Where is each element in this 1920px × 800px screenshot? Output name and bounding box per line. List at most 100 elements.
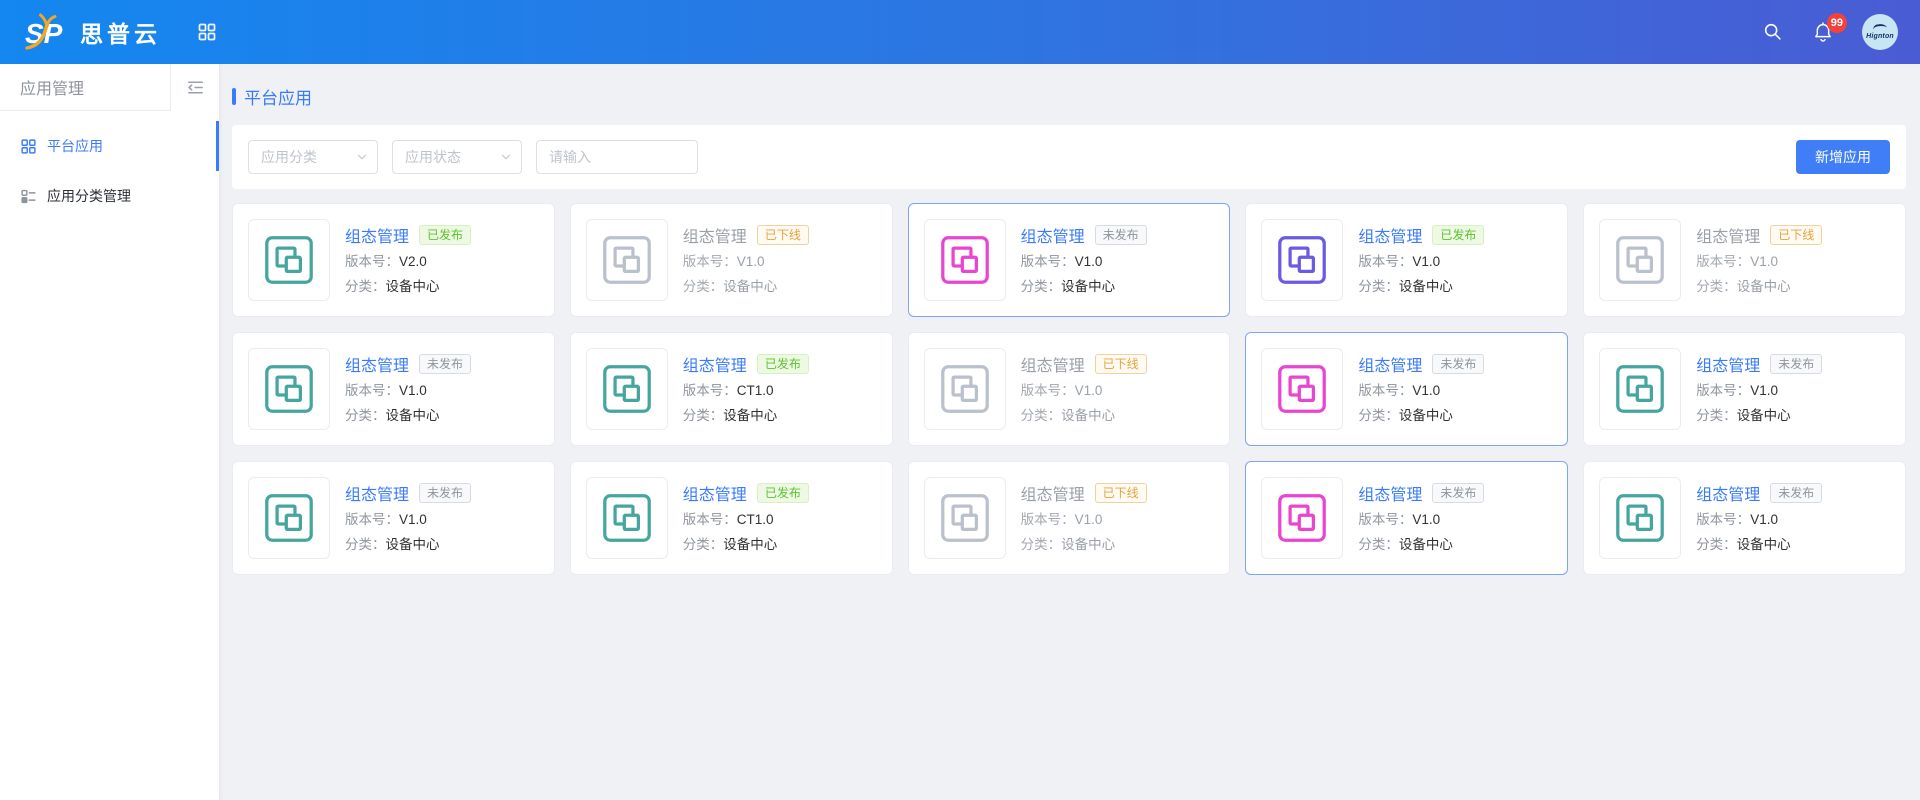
- category-row: 分类：设备中心: [1358, 535, 1484, 555]
- status-badge: 已下线: [1770, 225, 1822, 245]
- notifications-button[interactable]: 99: [1812, 21, 1834, 43]
- version-value: V1.0: [737, 254, 765, 269]
- version-row: 版本号：V1.0: [1021, 252, 1147, 272]
- app-title-link[interactable]: 组态管理: [345, 352, 409, 376]
- app-card[interactable]: 组态管理 已发布 版本号：CT1.0 分类：设备中心: [570, 332, 893, 446]
- app-title-link[interactable]: 组态管理: [1358, 352, 1422, 376]
- app-card-info: 组态管理 未发布 版本号：V1.0 分类：设备中心: [1358, 481, 1484, 555]
- search-input[interactable]: [536, 140, 698, 174]
- category-label: 分类：: [345, 537, 386, 552]
- version-label: 版本号：: [345, 254, 399, 269]
- overlap-squares-icon: [939, 234, 991, 286]
- status-badge: 未发布: [1095, 225, 1147, 245]
- app-card[interactable]: 组态管理 已发布 版本号：CT1.0 分类：设备中心: [570, 461, 893, 575]
- version-value: V1.0: [1075, 254, 1103, 269]
- category-label: 分类：: [1358, 537, 1399, 552]
- category-row: 分类：设备中心: [1021, 277, 1147, 297]
- sidebar-item[interactable]: 应用分类管理: [0, 171, 219, 221]
- category-select[interactable]: 应用分类: [248, 140, 378, 174]
- app-title-link[interactable]: 组态管理: [1021, 352, 1085, 376]
- app-title-link[interactable]: 组态管理: [683, 223, 747, 247]
- menu-fold-icon: [186, 78, 205, 97]
- app-card[interactable]: 组态管理 未发布 版本号：V1.0 分类：设备中心: [908, 203, 1231, 317]
- version-value: V1.0: [1750, 254, 1778, 269]
- sidebar-collapse-button[interactable]: [171, 64, 219, 111]
- status-badge: 未发布: [419, 483, 471, 503]
- app-icon-box: [1261, 477, 1343, 559]
- apps-grid-icon[interactable]: [197, 22, 217, 42]
- app-card[interactable]: 组态管理 未发布 版本号：V1.0 分类：设备中心: [1245, 461, 1568, 575]
- app-card[interactable]: 组态管理 已下线 版本号：V1.0 分类：设备中心: [570, 203, 893, 317]
- app-title-link[interactable]: 组态管理: [1358, 223, 1422, 247]
- app-title-link[interactable]: 组态管理: [345, 481, 409, 505]
- version-label: 版本号：: [683, 512, 737, 527]
- version-label: 版本号：: [683, 383, 737, 398]
- sidebar-header: 应用管理: [0, 64, 219, 111]
- app-icon-box: [248, 348, 330, 430]
- app-title-link[interactable]: 组态管理: [1696, 352, 1760, 376]
- chevron-down-icon: [355, 150, 369, 164]
- version-value: V1.0: [1412, 383, 1440, 398]
- search-icon[interactable]: [1762, 21, 1784, 43]
- app-card[interactable]: 组态管理 已下线 版本号：V1.0 分类：设备中心: [908, 461, 1231, 575]
- version-row: 版本号：V1.0: [1696, 381, 1822, 401]
- app-card[interactable]: 组态管理 已下线 版本号：V1.0 分类：设备中心: [1583, 203, 1906, 317]
- app-card[interactable]: 组态管理 未发布 版本号：V1.0 分类：设备中心: [1583, 461, 1906, 575]
- overlap-squares-icon: [601, 363, 653, 415]
- app-card-info: 组态管理 未发布 版本号：V1.0 分类：设备中心: [1021, 223, 1147, 297]
- version-value: V1.0: [1750, 512, 1778, 527]
- user-avatar[interactable]: Hignton: [1862, 14, 1898, 50]
- version-row: 版本号：V1.0: [1021, 510, 1147, 530]
- app-card-grid: 组态管理 已发布 版本号：V2.0 分类：设备中心 组态管理 已下线 版本号：V…: [232, 203, 1906, 575]
- status-badge: 已发布: [1432, 225, 1484, 245]
- app-title-link[interactable]: 组态管理: [1021, 223, 1085, 247]
- category-label: 分类：: [345, 279, 386, 294]
- app-title-link[interactable]: 组态管理: [1696, 481, 1760, 505]
- app-title-link[interactable]: 组态管理: [683, 352, 747, 376]
- overlap-squares-icon: [601, 234, 653, 286]
- sidebar-item[interactable]: 平台应用: [0, 121, 219, 171]
- app-card[interactable]: 组态管理 已发布 版本号：V2.0 分类：设备中心: [232, 203, 555, 317]
- filter-bar: 应用分类 应用状态 新增应用: [232, 125, 1906, 189]
- status-badge: 已下线: [1095, 483, 1147, 503]
- version-row: 版本号：CT1.0: [683, 510, 809, 530]
- brand-logo[interactable]: SP 思普云: [24, 13, 161, 51]
- overlap-squares-icon: [939, 492, 991, 544]
- app-icon-box: [586, 219, 668, 301]
- app-icon-box: [248, 477, 330, 559]
- app-card-info: 组态管理 未发布 版本号：V1.0 分类：设备中心: [1696, 352, 1822, 426]
- avatar-text: Hignton: [1866, 33, 1894, 40]
- app-icon-box: [248, 219, 330, 301]
- app-title-link[interactable]: 组态管理: [1696, 223, 1760, 247]
- app-card[interactable]: 组态管理 已发布 版本号：V1.0 分类：设备中心: [1245, 203, 1568, 317]
- app-card[interactable]: 组态管理 未发布 版本号：V1.0 分类：设备中心: [1583, 332, 1906, 446]
- app-icon-box: [586, 477, 668, 559]
- app-card[interactable]: 组态管理 未发布 版本号：V1.0 分类：设备中心: [232, 332, 555, 446]
- app-icon-box: [1599, 219, 1681, 301]
- version-value: V1.0: [1075, 512, 1103, 527]
- category-row: 分类：设备中心: [683, 406, 809, 426]
- app-card[interactable]: 组态管理 已下线 版本号：V1.0 分类：设备中心: [908, 332, 1231, 446]
- category-row: 分类：设备中心: [1696, 406, 1822, 426]
- app-card[interactable]: 组态管理 未发布 版本号：V1.0 分类：设备中心: [232, 461, 555, 575]
- version-row: 版本号：CT1.0: [683, 381, 809, 401]
- add-app-button[interactable]: 新增应用: [1796, 140, 1890, 174]
- status-select-placeholder: 应用状态: [405, 147, 499, 167]
- chevron-down-icon: [499, 150, 513, 164]
- version-value: CT1.0: [737, 512, 774, 527]
- status-select[interactable]: 应用状态: [392, 140, 522, 174]
- category-row: 分类：设备中心: [1696, 277, 1822, 297]
- logo-mark-icon: SP: [24, 13, 70, 51]
- app-title-link[interactable]: 组态管理: [1021, 481, 1085, 505]
- app-card[interactable]: 组态管理 未发布 版本号：V1.0 分类：设备中心: [1245, 332, 1568, 446]
- version-row: 版本号：V1.0: [1358, 381, 1484, 401]
- version-label: 版本号：: [345, 383, 399, 398]
- version-row: 版本号：V1.0: [1696, 252, 1822, 272]
- app-title-link[interactable]: 组态管理: [1358, 481, 1422, 505]
- app-title-link[interactable]: 组态管理: [345, 223, 409, 247]
- app-title-link[interactable]: 组态管理: [683, 481, 747, 505]
- status-badge: 已发布: [419, 225, 471, 245]
- sidebar-title: 应用管理: [0, 64, 171, 111]
- version-value: V1.0: [1412, 512, 1440, 527]
- category-value: 设备中心: [386, 408, 440, 423]
